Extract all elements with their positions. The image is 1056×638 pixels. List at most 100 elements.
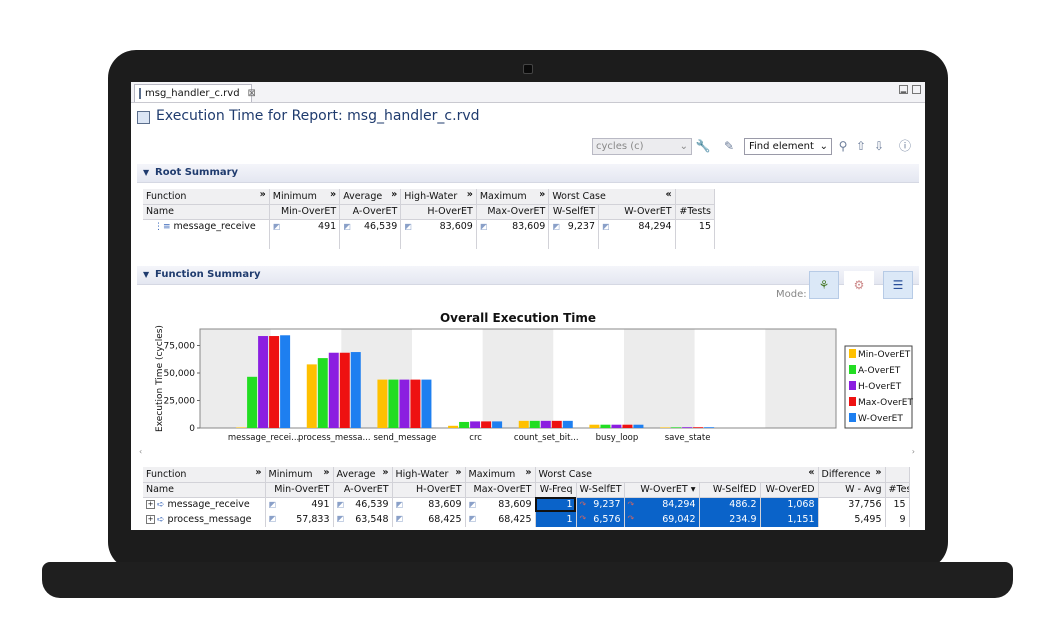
- help-icon[interactable]: ⓘ: [897, 138, 913, 154]
- cell-hw[interactable]: ◩ 68,425: [392, 512, 466, 527]
- cell-min[interactable]: ◩ 491: [269, 219, 341, 234]
- mode-flat-button[interactable]: ⚙: [844, 271, 874, 299]
- table-row[interactable]: ⋮≡ message_receive ◩ 491 ◩ 46,539 ◩ 83,609 ◩…: [143, 219, 716, 234]
- group-maximum[interactable]: Maximum»: [465, 467, 536, 483]
- row-name-cell[interactable]: + ➪ process_message: [143, 512, 266, 527]
- col-name[interactable]: Name: [143, 204, 270, 220]
- cell-diff[interactable]: 37,756: [818, 497, 886, 512]
- minimize-icon[interactable]: ▁: [899, 85, 908, 94]
- col-tests[interactable]: #Tests: [885, 482, 910, 498]
- mode-list-button[interactable]: ☰: [883, 271, 913, 299]
- cell-wself[interactable]: ↷ 6,576: [576, 512, 625, 527]
- group-tests: [885, 467, 910, 483]
- col-w-selfet[interactable]: W-SelfET: [548, 204, 599, 220]
- col-name[interactable]: Name: [143, 482, 266, 498]
- plot-band: [553, 329, 624, 428]
- row-name-cell[interactable]: + ➪ message_receive: [143, 497, 266, 512]
- cell-wfreq[interactable]: 1: [535, 497, 577, 512]
- group-worst-case[interactable]: Worst Case «: [535, 467, 819, 483]
- col-w-overed[interactable]: W-OverED: [760, 482, 819, 498]
- cell-wselfed[interactable]: 486.2: [699, 497, 761, 512]
- bar-max-overet: [339, 352, 350, 428]
- cell-wfreq[interactable]: 1: [535, 512, 577, 527]
- editor-tabbar: msg_handler_c.rvd ⊠ ▁: [131, 82, 925, 103]
- expand-icon[interactable]: +: [146, 500, 155, 510]
- find-element-select[interactable]: Find element ⌄: [744, 138, 832, 155]
- col-w-overet[interactable]: W-OverET ▾: [624, 482, 700, 498]
- toolbar: cycles (c) ⌄ 🔧 ✎ Find element ⌄ ⚲ ⇧ ⇩ ⓘ: [131, 134, 925, 160]
- group-average[interactable]: Average»: [333, 467, 393, 483]
- col-min-overet[interactable]: Min-OverET: [269, 204, 341, 220]
- col-a-overet[interactable]: A-OverET: [333, 482, 393, 498]
- group-difference[interactable]: Difference»: [818, 467, 886, 483]
- cell-avg[interactable]: ◩ 46,539: [339, 219, 402, 234]
- col-w-selfet[interactable]: W-SelfET: [576, 482, 625, 498]
- table-row[interactable]: + ➪ message_receive ◩ 491 ◩ 46,539 ◩ 83,609 ◩…: [143, 497, 910, 512]
- col-w-freq[interactable]: W-Freq: [535, 482, 577, 498]
- cell-max[interactable]: ◩ 83,609: [465, 497, 536, 512]
- group-average[interactable]: Average»: [339, 189, 402, 205]
- cell-avg[interactable]: ◩ 63,548: [333, 512, 393, 527]
- highlight-icon[interactable]: ✎: [721, 138, 737, 154]
- search-icon[interactable]: ⚲: [835, 138, 851, 154]
- tab-close-icon[interactable]: ⊠: [248, 88, 256, 99]
- cell-wovered[interactable]: 1,068: [760, 497, 819, 512]
- cell-min[interactable]: ◩ 491: [265, 497, 334, 512]
- cell-wself[interactable]: ↷ 9,237: [576, 497, 625, 512]
- table-row[interactable]: + ➪ process_message ◩ 57,833 ◩ 63,548 ◩ 68,42…: [143, 512, 910, 527]
- cell-tests[interactable]: 9: [885, 512, 910, 527]
- bar-a-overet: [600, 424, 611, 428]
- col-w-selfed[interactable]: W-SelfED: [699, 482, 761, 498]
- root-summary-header[interactable]: ▼ Root Summary: [137, 164, 919, 183]
- cell-wself[interactable]: ◩ 9,237: [548, 219, 599, 234]
- function-summary-header[interactable]: ▼ Function Summary: [137, 266, 919, 285]
- group-maximum[interactable]: Maximum»: [476, 189, 550, 205]
- scroll-right-icon[interactable]: ›: [912, 447, 915, 456]
- cell-max[interactable]: ◩ 68,425: [465, 512, 536, 527]
- cell-hw[interactable]: ◩ 83,609: [392, 497, 466, 512]
- col-max-overet[interactable]: Max-OverET: [476, 204, 550, 220]
- group-high-water[interactable]: High-Water»: [392, 467, 466, 483]
- editor-tab[interactable]: msg_handler_c.rvd ⊠: [134, 84, 256, 102]
- function-arrow-icon: ➪: [157, 515, 165, 525]
- group-high-water[interactable]: High-Water»: [400, 189, 477, 205]
- col-h-overet[interactable]: H-OverET: [392, 482, 466, 498]
- group-minimum[interactable]: Minimum»: [269, 189, 341, 205]
- expand-icon[interactable]: +: [146, 515, 155, 524]
- cell-wover[interactable]: ↷ 69,042: [624, 512, 700, 527]
- col-w-avg[interactable]: W - Avg: [818, 482, 886, 498]
- cell-wovered[interactable]: 1,151: [760, 512, 819, 527]
- col-a-overet[interactable]: A-OverET: [339, 204, 402, 220]
- col-tests[interactable]: #Tests: [675, 204, 716, 220]
- col-min-overet[interactable]: Min-OverET: [265, 482, 334, 498]
- cell-wover[interactable]: ↷ 84,294: [624, 497, 700, 512]
- row-name-cell[interactable]: ⋮≡ message_receive: [143, 219, 270, 234]
- cell-avg[interactable]: ◩ 46,539: [333, 497, 393, 512]
- arrow-up-icon[interactable]: ⇧: [853, 138, 869, 154]
- group-function[interactable]: Function»: [143, 189, 270, 205]
- collapse-arrow-icon[interactable]: ▼: [143, 270, 149, 279]
- group-function[interactable]: Function»: [143, 467, 266, 483]
- cell-tests[interactable]: 15: [675, 219, 716, 234]
- bar-max-overet: [269, 336, 280, 428]
- scroll-left-icon[interactable]: ‹: [139, 447, 142, 456]
- cell-max[interactable]: ◩ 83,609: [476, 219, 550, 234]
- cell-wselfed[interactable]: 234.9: [699, 512, 761, 527]
- group-worst-case[interactable]: Worst Case «: [548, 189, 676, 205]
- chart-scrollbar[interactable]: ‹ ›: [139, 447, 915, 457]
- col-h-overet[interactable]: H-OverET: [400, 204, 477, 220]
- cell-hw[interactable]: ◩ 83,609: [400, 219, 477, 234]
- col-max-overet[interactable]: Max-OverET: [465, 482, 536, 498]
- unit-select[interactable]: cycles (c) ⌄: [592, 138, 692, 155]
- cell-diff[interactable]: 5,495: [818, 512, 886, 527]
- maximize-icon[interactable]: [912, 85, 921, 94]
- cell-wover[interactable]: ◩ 84,294: [598, 219, 676, 234]
- col-w-overet[interactable]: W-OverET: [598, 204, 676, 220]
- cell-tests[interactable]: 15: [885, 497, 910, 512]
- mode-tree-button[interactable]: ⚘: [809, 271, 839, 299]
- wrench-icon[interactable]: 🔧: [695, 138, 711, 154]
- arrow-down-icon[interactable]: ⇩: [871, 138, 887, 154]
- collapse-arrow-icon[interactable]: ▼: [143, 168, 149, 177]
- group-minimum[interactable]: Minimum»: [265, 467, 334, 483]
- cell-min[interactable]: ◩ 57,833: [265, 512, 334, 527]
